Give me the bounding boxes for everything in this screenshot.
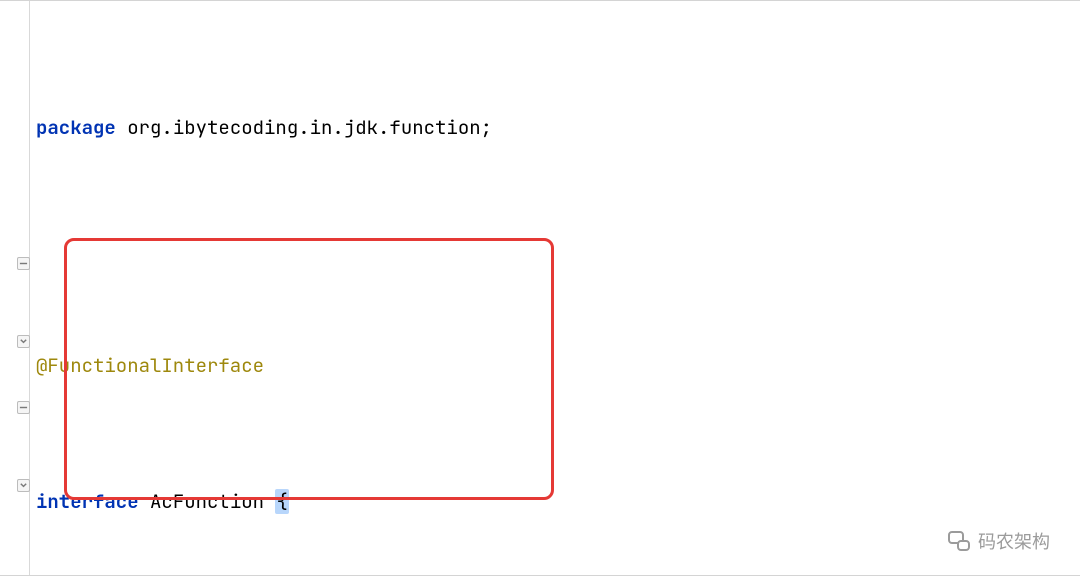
- watermark-text: 码农架构: [978, 528, 1050, 554]
- fold-end-icon[interactable]: [17, 335, 30, 348]
- fold-minus-icon[interactable]: [17, 401, 30, 414]
- watermark: 码农架构: [948, 528, 1050, 554]
- gutter: [0, 1, 30, 575]
- chat-bubbles-icon: [948, 531, 970, 551]
- package-name: org.ibytecoding.in.jdk.function: [127, 115, 480, 140]
- annotation: @FunctionalInterface: [36, 353, 264, 378]
- type-name: AcFunction: [150, 489, 264, 514]
- semicolon: ;: [481, 115, 492, 140]
- keyword: interface: [36, 489, 139, 514]
- fold-end-icon[interactable]: [17, 479, 30, 492]
- code-editor[interactable]: package org.ibytecoding.in.jdk.function;…: [0, 0, 1080, 576]
- code-area[interactable]: package org.ibytecoding.in.jdk.function;…: [30, 1, 1080, 575]
- fold-minus-icon[interactable]: [17, 257, 30, 270]
- brace-open-highlighted: {: [275, 489, 288, 514]
- code-line: package org.ibytecoding.in.jdk.function;: [36, 111, 1080, 145]
- code-line: @FunctionalInterface: [36, 349, 1080, 383]
- code-line: interface AcFunction {: [36, 485, 1080, 519]
- keyword: package: [36, 115, 116, 140]
